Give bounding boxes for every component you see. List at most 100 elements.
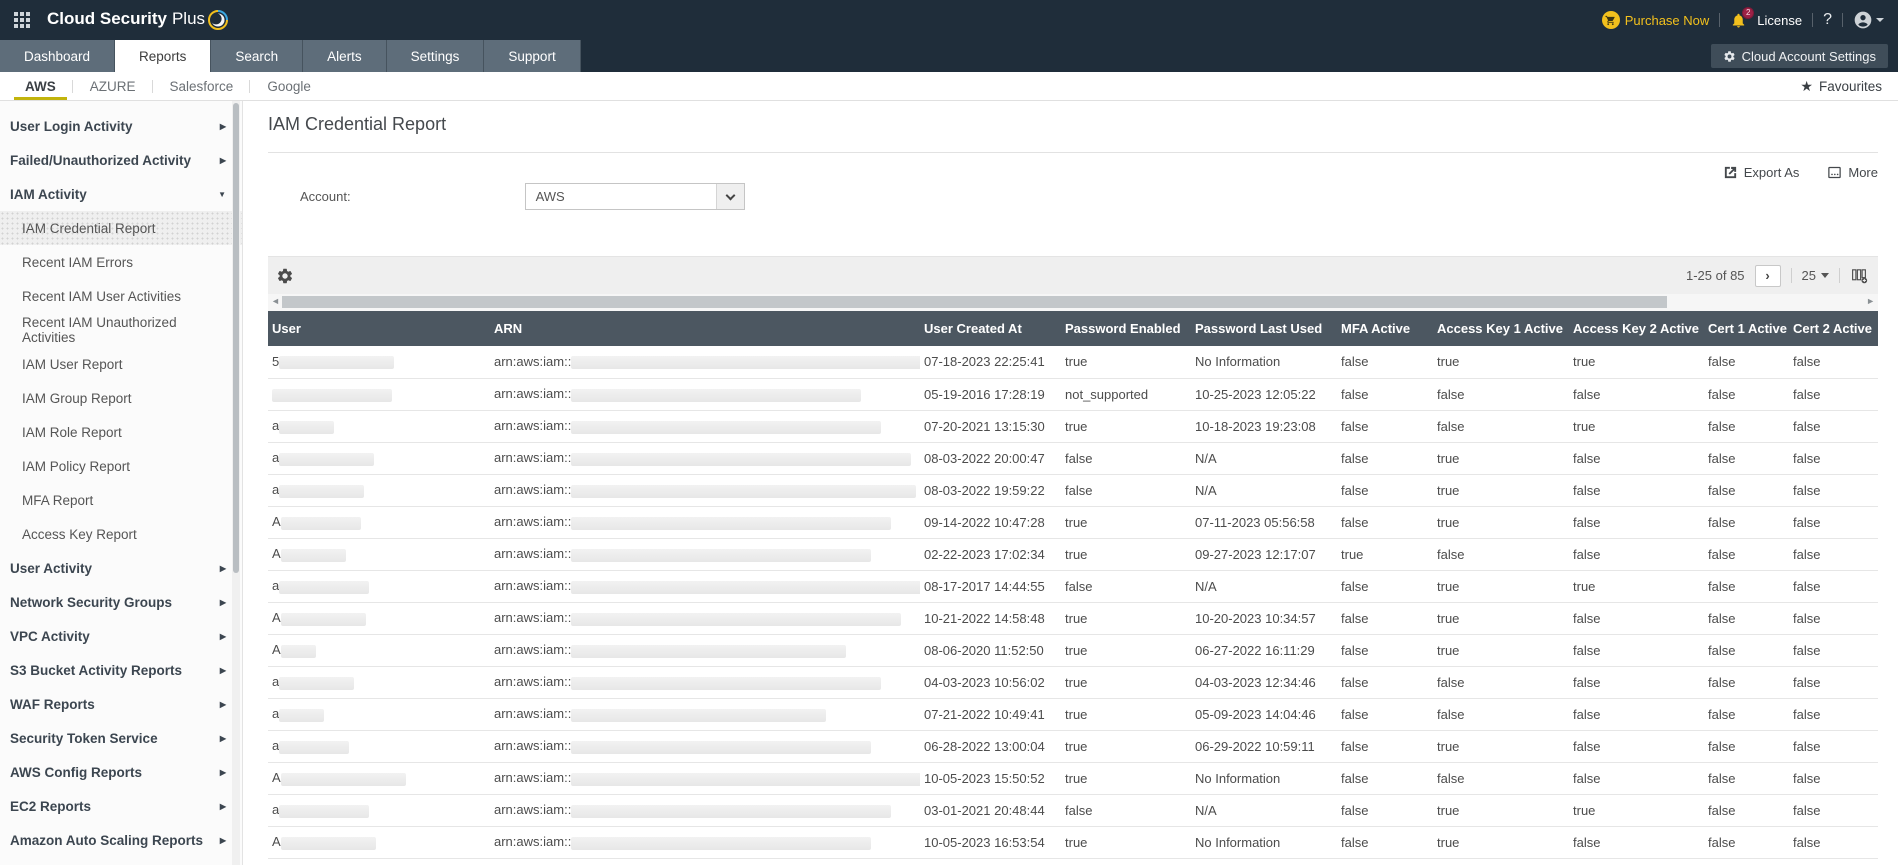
account-select[interactable]: AWS [524, 183, 745, 210]
sidebar-item-failed-unauthorized-activity[interactable]: Failed/Unauthorized Activity ▶ [0, 143, 242, 177]
sidebar-item-recent-iam-errors[interactable]: Recent IAM Errors [0, 245, 242, 279]
subtab-azure[interactable]: AZURE [73, 72, 153, 100]
subtab-salesforce[interactable]: Salesforce [153, 72, 251, 100]
column-header-arn[interactable]: ARN [490, 311, 920, 346]
notifications-bell-icon[interactable]: 2 [1730, 6, 1755, 29]
cell-user-created-at: 04-03-2023 10:56:02 [920, 666, 1061, 699]
sidebar-item-user-login-activity[interactable]: User Login Activity ▶ [0, 109, 242, 143]
redacted-bar [279, 804, 370, 818]
user-prefix: a [272, 418, 280, 434]
scroll-left-arrow-icon[interactable]: ◄ [271, 296, 280, 306]
tab-reports[interactable]: Reports [115, 40, 212, 72]
cell-user: a [268, 666, 490, 699]
license-link[interactable]: License [1757, 13, 1802, 28]
cell-arn: arn:aws:iam:: [490, 826, 920, 859]
cell-password-enabled: true [1061, 538, 1191, 571]
column-header-cert-1-active[interactable]: Cert 1 Active [1704, 311, 1789, 346]
table-row: Aarn:aws:iam:: 10-05-2023 16:53:54 true No … [268, 826, 1878, 859]
favourites-button[interactable]: ★ Favourites [1800, 72, 1898, 100]
tab-dashboard[interactable]: Dashboard [0, 40, 116, 72]
tab-support[interactable]: Support [484, 40, 581, 72]
user-prefix: a [272, 802, 280, 818]
cell-cert-1-active: false [1704, 378, 1789, 411]
top-header-bar: Cloud Security Plus Purchase Now 2 Licen… [0, 0, 1898, 40]
cell-password-enabled: true [1061, 826, 1191, 859]
sidebar-item-user-activity[interactable]: User Activity ▶ [0, 551, 242, 585]
cell-mfa-active: false [1337, 826, 1433, 859]
cell-cert-2-active: false [1789, 378, 1878, 411]
sidebar-item-aws-config-reports[interactable]: AWS Config Reports ▶ [0, 755, 242, 789]
subtab-google[interactable]: Google [250, 72, 328, 100]
cell-user: A [268, 826, 490, 859]
account-selected-value: AWS [535, 189, 565, 204]
settings-gear-icon[interactable] [276, 267, 294, 285]
page-size-select[interactable]: 25 [1802, 268, 1829, 283]
column-header-user-created-at[interactable]: User Created At [920, 311, 1061, 346]
sidebar-scrollbar-thumb[interactable] [233, 103, 239, 573]
cloud-account-settings-button[interactable]: Cloud Account Settings [1710, 44, 1888, 68]
cell-cert-2-active: false [1789, 634, 1878, 667]
tab-alerts[interactable]: Alerts [303, 40, 387, 72]
redacted-bar [279, 676, 355, 690]
column-header-mfa-active[interactable]: MFA Active [1337, 311, 1433, 346]
sidebar-item-access-key-report[interactable]: Access Key Report [0, 517, 242, 551]
cell-password-last-used: N/A [1191, 474, 1337, 507]
sidebar-item-mfa-report[interactable]: MFA Report [0, 483, 242, 517]
sidebar-scrollbar[interactable] [232, 101, 240, 865]
column-header-password-last-used[interactable]: Password Last Used [1191, 311, 1337, 346]
sidebar-item-recent-iam-user-activities[interactable]: Recent IAM User Activities [0, 279, 242, 313]
sidebar-item-network-security-groups[interactable]: Network Security Groups ▶ [0, 585, 242, 619]
column-chooser-icon[interactable] [1850, 267, 1868, 284]
help-icon[interactable]: ? [1823, 11, 1832, 29]
horizontal-scrollbar-thumb[interactable] [282, 296, 1667, 308]
cell-cert-1-active: false [1704, 346, 1789, 379]
sidebar-item-iam-policy-report[interactable]: IAM Policy Report [0, 449, 242, 483]
redacted-bar [279, 580, 370, 594]
column-header-access-key-1-active[interactable]: Access Key 1 Active [1433, 311, 1569, 346]
column-header-cert-2-active[interactable]: Cert 2 Active [1789, 311, 1878, 346]
user-prefix: A [272, 834, 281, 850]
cell-arn: arn:aws:iam:: [490, 794, 920, 827]
next-page-button[interactable]: › [1754, 264, 1781, 287]
sidebar-item-recent-iam-unauthorized-activities[interactable]: Recent IAM Unauthorized Activities [0, 313, 242, 347]
sidebar-item-label: Security Token Service [10, 730, 158, 746]
sidebar-item-iam-group-report[interactable]: IAM Group Report [0, 381, 242, 415]
tab-search[interactable]: Search [211, 40, 304, 72]
subtab-aws[interactable]: AWS [8, 72, 73, 100]
divider [1719, 13, 1721, 27]
apps-grid-icon[interactable] [14, 11, 31, 29]
cell-access-key-1-active: false [1433, 762, 1569, 795]
column-header-password-enabled[interactable]: Password Enabled [1061, 311, 1191, 346]
cell-mfa-active: false [1337, 730, 1433, 763]
sidebar-item-waf-reports[interactable]: WAF Reports ▶ [0, 687, 242, 721]
sidebar-item-ec2-reports[interactable]: EC2 Reports ▶ [0, 789, 242, 823]
export-as-button[interactable]: Export As [1723, 165, 1799, 180]
sidebar-item-vpc-activity[interactable]: VPC Activity ▶ [0, 619, 242, 653]
redacted-bar [571, 452, 912, 466]
purchase-now-button[interactable]: Purchase Now [1601, 11, 1709, 29]
cell-password-last-used: No Information [1191, 826, 1337, 859]
cell-mfa-active: false [1337, 410, 1433, 443]
table-row: a arn:aws:iam:: 06-28-2022 13:00:04 true 06-… [268, 730, 1878, 763]
more-button[interactable]: More [1827, 165, 1878, 180]
cell-user-created-at: 08-03-2022 20:00:47 [920, 442, 1061, 475]
sidebar-item-iam-activity[interactable]: IAM Activity ▼ [0, 177, 242, 211]
sidebar-item-iam-credential-report[interactable]: IAM Credential Report [0, 211, 242, 245]
sidebar-item-iam-user-report[interactable]: IAM User Report [0, 347, 242, 381]
sidebar-item-s3-bucket-activity-reports[interactable]: S3 Bucket Activity Reports ▶ [0, 653, 242, 687]
redacted-bar [571, 516, 892, 530]
scroll-right-arrow-icon[interactable]: ► [1866, 296, 1875, 306]
cell-password-enabled: true [1061, 602, 1191, 635]
tab-settings[interactable]: Settings [386, 40, 485, 72]
cell-cert-1-active: false [1704, 634, 1789, 667]
table-header-row: User ARN User Created At Password Enabled Pa… [268, 311, 1878, 346]
horizontal-scrollbar[interactable]: ◄ ► [268, 294, 1878, 311]
column-header-user[interactable]: User [268, 311, 490, 346]
column-header-access-key-2-active[interactable]: Access Key 2 Active [1569, 311, 1704, 346]
sidebar-item-iam-role-report[interactable]: IAM Role Report [0, 415, 242, 449]
redacted-bar [272, 388, 392, 402]
sidebar-item-amazon-auto-scaling-reports[interactable]: Amazon Auto Scaling Reports ▶ [0, 823, 242, 857]
user-menu[interactable] [1853, 10, 1884, 30]
sidebar-item-label: Failed/Unauthorized Activity [10, 152, 192, 168]
sidebar-item-security-token-service[interactable]: Security Token Service ▶ [0, 721, 242, 755]
